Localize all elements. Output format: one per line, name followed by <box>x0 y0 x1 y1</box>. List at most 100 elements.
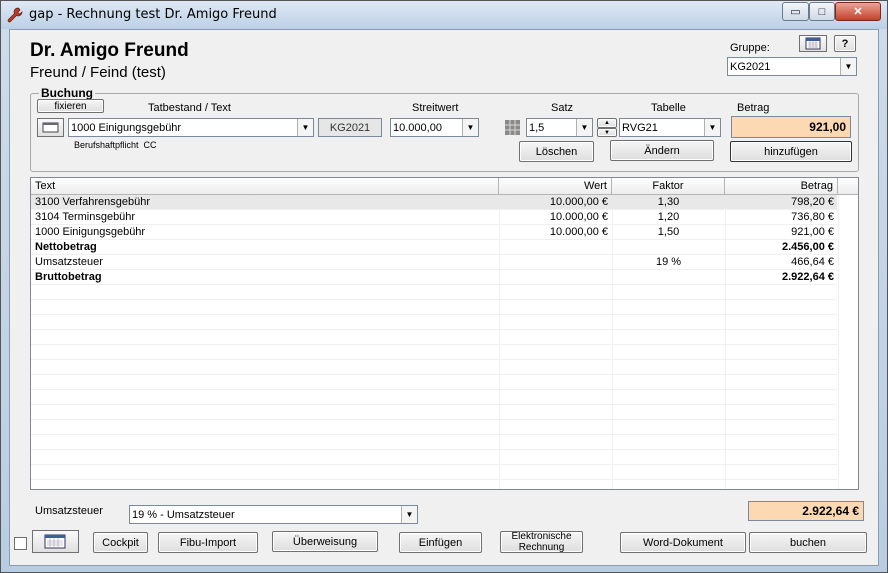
client-subtitle: Freund / Feind (test) <box>30 64 166 81</box>
ust-value: 19 % - Umsatzsteuer <box>132 508 235 521</box>
streitwert-value: 10.000,00 <box>393 121 442 134</box>
betrag-label: Betrag <box>737 102 770 114</box>
buchung-title: Buchung <box>39 86 95 100</box>
table-row[interactable] <box>31 435 837 450</box>
footer-calendar-button[interactable] <box>32 530 79 553</box>
column-header-text[interactable]: Text <box>31 178 499 195</box>
total-value: 2.922,64 € <box>802 504 859 518</box>
window-picker-button[interactable] <box>37 118 64 137</box>
column-header-betrag[interactable]: Betrag <box>725 178 838 195</box>
cell-faktor: 1,30 <box>657 196 680 208</box>
cell-betrag: 921,00 € <box>791 226 834 238</box>
cell-text: 3100 Verfahrensgebühr <box>35 196 150 208</box>
table-row[interactable] <box>31 285 837 300</box>
gruppe-label: Gruppe: <box>730 42 770 54</box>
hinzufuegen-button[interactable]: hinzufügen <box>730 141 852 162</box>
table-row[interactable] <box>31 375 837 390</box>
table-row[interactable] <box>31 405 837 420</box>
table-row[interactable]: Umsatzsteuer 19 % 466,64 € <box>31 255 837 270</box>
cell-betrag: 2.456,00 € <box>782 241 834 253</box>
table-row[interactable] <box>31 360 837 375</box>
satz-label: Satz <box>551 102 574 114</box>
code-field: KG2021 <box>318 118 382 137</box>
fixieren-button[interactable]: fixieren <box>37 99 104 113</box>
tatbestand-value: 1000 Einigungsgebühr <box>71 121 182 134</box>
table-row[interactable]: 3104 Terminsgebühr 10.000,00 € 1,20 736,80 … <box>31 210 837 225</box>
tatbestand-select[interactable]: 1000 Einigungsgebühr ▼ <box>68 118 314 137</box>
tabelle-select[interactable]: RVG21 ▼ <box>619 118 721 137</box>
close-icon: ✕ <box>853 6 863 18</box>
table-row[interactable] <box>31 300 837 315</box>
chevron-down-icon: ▼ <box>576 119 592 136</box>
aendern-button[interactable]: Ändern <box>610 140 714 161</box>
help-button[interactable]: ? <box>834 35 856 52</box>
gruppe-value: KG2021 <box>730 60 771 73</box>
cockpit-button[interactable]: Cockpit <box>93 532 148 553</box>
einfuegen-button[interactable]: Einfügen <box>399 532 482 553</box>
streitwert-label: Streitwert <box>412 102 459 114</box>
betrag-field[interactable]: 921,00 <box>731 116 851 138</box>
tatbestand-label: Tatbestand / Text <box>148 102 231 114</box>
column-header-spacer <box>838 178 858 195</box>
calendar-button[interactable] <box>799 35 827 52</box>
arrow-up-icon: ▲ <box>604 120 610 126</box>
cell-wert: 10.000,00 € <box>549 211 608 223</box>
buchen-button[interactable]: buchen <box>749 532 867 553</box>
ust-label: Umsatzsteuer <box>35 505 103 517</box>
table-row[interactable]: Nettobetrag 2.456,00 € <box>31 240 837 255</box>
tabelle-label: Tabelle <box>651 102 686 114</box>
cell-wert <box>499 240 612 255</box>
positions-table[interactable]: Text Wert Faktor Betrag 3100 Verfahrensg… <box>30 177 859 490</box>
chevron-down-icon: ▼ <box>840 58 856 75</box>
footer-checkbox[interactable] <box>14 537 27 550</box>
streitwert-select[interactable]: 10.000,00 ▼ <box>390 118 479 137</box>
gruppe-select[interactable]: KG2021 ▼ <box>727 57 857 76</box>
ust-select[interactable]: 19 % - Umsatzsteuer ▼ <box>129 505 418 524</box>
cell-faktor <box>612 240 725 255</box>
calendar-icon <box>805 37 821 50</box>
betrag-value: 921,00 <box>809 120 846 134</box>
spin-down-button[interactable]: ▼ <box>597 128 617 137</box>
window-icon <box>42 122 59 133</box>
maximize-icon: □ <box>818 5 826 18</box>
table-row[interactable] <box>31 390 837 405</box>
table-row[interactable] <box>31 420 837 435</box>
window-title: gap - Rechnung test Dr. Amigo Freund <box>29 7 277 22</box>
cell-faktor: 1,50 <box>657 226 680 238</box>
column-header-wert[interactable]: Wert <box>499 178 612 195</box>
table-row[interactable] <box>31 450 837 465</box>
table-row[interactable] <box>31 315 837 330</box>
fibu-import-button[interactable]: Fibu-Import <box>158 532 258 553</box>
application-window: gap - Rechnung test Dr. Amigo Freund ▭ □… <box>0 0 888 573</box>
chevron-down-icon: ▼ <box>462 119 478 136</box>
word-dokument-button[interactable]: Word-Dokument <box>620 532 746 553</box>
title-bar[interactable]: gap - Rechnung test Dr. Amigo Freund ▭ □… <box>1 1 887 29</box>
column-header-faktor[interactable]: Faktor <box>612 178 725 195</box>
cell-text: 1000 Einigungsgebühr <box>35 226 146 238</box>
cell-faktor: 19 % <box>655 256 682 268</box>
spin-up-button[interactable]: ▲ <box>597 118 617 128</box>
table-row[interactable] <box>31 345 837 360</box>
e-rechnung-button[interactable]: Elektronische Rechnung <box>500 531 583 553</box>
cell-wert: 10.000,00 € <box>549 226 608 238</box>
table-row[interactable]: Bruttobetrag 2.922,64 € <box>31 270 837 285</box>
cell-faktor <box>612 270 725 285</box>
loeschen-button[interactable]: Löschen <box>519 141 594 162</box>
satz-select[interactable]: 1,5 ▼ <box>526 118 593 137</box>
cell-text: Bruttobetrag <box>35 271 102 283</box>
chevron-down-icon: ▼ <box>704 119 720 136</box>
table-grid-icon[interactable] <box>504 119 521 136</box>
minimize-button[interactable]: ▭ <box>782 2 809 21</box>
client-name: Dr. Amigo Freund <box>30 40 189 61</box>
maximize-button[interactable]: □ <box>809 2 835 21</box>
sub-info-text: Berufshaftpflicht CC <box>74 140 157 150</box>
arrow-down-icon: ▼ <box>604 129 610 136</box>
close-button[interactable]: ✕ <box>835 2 881 21</box>
table-row[interactable]: 3100 Verfahrensgebühr 10.000,00 € 1,30 798,… <box>31 195 837 210</box>
table-row[interactable] <box>31 330 837 345</box>
cell-betrag: 736,80 € <box>791 211 834 223</box>
satz-value: 1,5 <box>529 121 545 134</box>
table-row[interactable] <box>31 465 837 480</box>
table-row[interactable]: 1000 Einigungsgebühr 10.000,00 € 1,50 921,0… <box>31 225 837 240</box>
ueberweisung-button[interactable]: Überweisung <box>272 531 378 552</box>
